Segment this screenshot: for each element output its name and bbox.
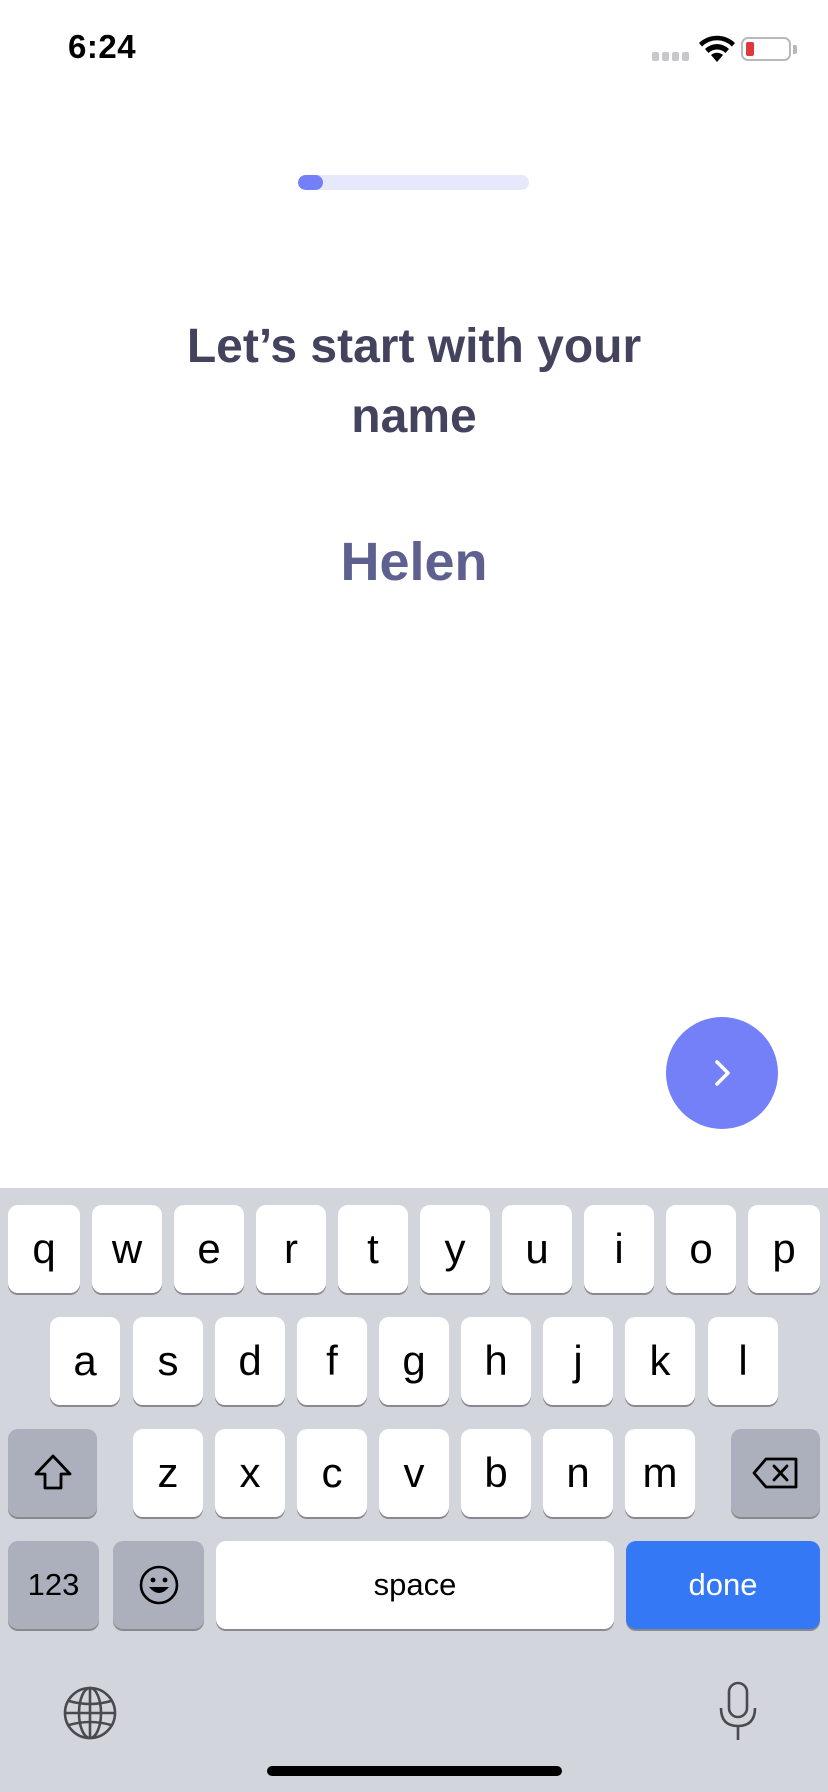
key-b[interactable]: b bbox=[461, 1429, 531, 1517]
home-indicator[interactable] bbox=[267, 1766, 562, 1776]
wifi-icon bbox=[699, 35, 735, 62]
next-button[interactable] bbox=[666, 1017, 778, 1129]
key-x[interactable]: x bbox=[215, 1429, 285, 1517]
key-p[interactable]: p bbox=[748, 1205, 820, 1293]
cellular-signal-icon bbox=[652, 52, 689, 61]
key-m[interactable]: m bbox=[625, 1429, 695, 1517]
delete-key[interactable] bbox=[731, 1429, 820, 1517]
status-bar: 6:24 bbox=[0, 0, 828, 100]
emoji-icon bbox=[139, 1565, 178, 1605]
page-title: Let’s start with your name bbox=[186, 320, 642, 443]
key-a[interactable]: a bbox=[50, 1317, 120, 1405]
shift-icon bbox=[34, 1454, 71, 1490]
key-d[interactable]: d bbox=[215, 1317, 285, 1405]
key-l[interactable]: l bbox=[708, 1317, 778, 1405]
key-v[interactable]: v bbox=[379, 1429, 449, 1517]
emoji-key[interactable] bbox=[113, 1541, 204, 1629]
key-w[interactable]: w bbox=[92, 1205, 162, 1293]
key-f[interactable]: f bbox=[297, 1317, 367, 1405]
key-y[interactable]: y bbox=[420, 1205, 490, 1293]
onboarding-screen: 6:24 Let’s start with your name q w e r bbox=[0, 0, 828, 1792]
key-g[interactable]: g bbox=[379, 1317, 449, 1405]
globe-icon[interactable] bbox=[62, 1685, 118, 1741]
battery-icon bbox=[741, 37, 791, 61]
space-key[interactable]: space bbox=[216, 1541, 614, 1629]
battery-tip bbox=[793, 45, 797, 54]
key-e[interactable]: e bbox=[174, 1205, 244, 1293]
onboarding-progress-fill bbox=[298, 175, 324, 190]
chevron-right-icon bbox=[715, 1060, 730, 1086]
key-j[interactable]: j bbox=[543, 1317, 613, 1405]
keyboard: q w e r t y u i o p a s d f g h j k l z … bbox=[0, 1188, 828, 1792]
numbers-key[interactable]: 123 bbox=[8, 1541, 99, 1629]
key-n[interactable]: n bbox=[543, 1429, 613, 1517]
backspace-icon bbox=[752, 1457, 797, 1489]
key-q[interactable]: q bbox=[8, 1205, 80, 1293]
shift-key[interactable] bbox=[8, 1429, 97, 1517]
name-input[interactable] bbox=[164, 522, 664, 602]
key-h[interactable]: h bbox=[461, 1317, 531, 1405]
key-z[interactable]: z bbox=[133, 1429, 203, 1517]
key-c[interactable]: c bbox=[297, 1429, 367, 1517]
done-key[interactable]: done bbox=[626, 1541, 820, 1629]
onboarding-progress-bar bbox=[298, 175, 529, 190]
key-i[interactable]: i bbox=[584, 1205, 654, 1293]
key-k[interactable]: k bbox=[625, 1317, 695, 1405]
key-u[interactable]: u bbox=[502, 1205, 572, 1293]
status-time: 6:24 bbox=[68, 28, 137, 65]
microphone-icon[interactable] bbox=[716, 1680, 760, 1744]
key-o[interactable]: o bbox=[666, 1205, 736, 1293]
key-s[interactable]: s bbox=[133, 1317, 203, 1405]
key-t[interactable]: t bbox=[338, 1205, 408, 1293]
battery-level bbox=[746, 42, 754, 56]
key-r[interactable]: r bbox=[256, 1205, 326, 1293]
